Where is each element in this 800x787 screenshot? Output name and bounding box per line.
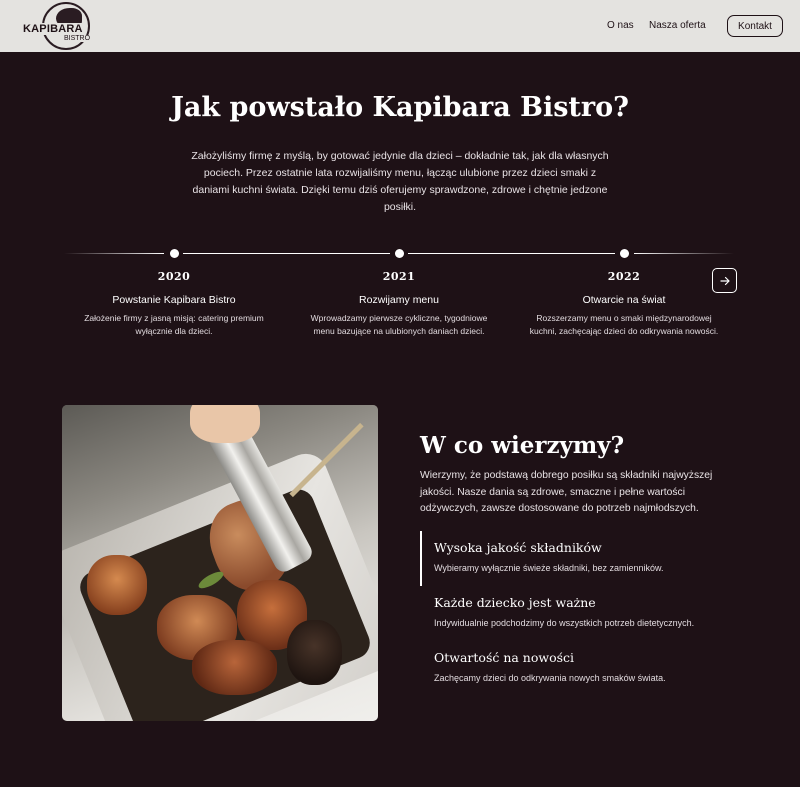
timeline-year: 2021: [382, 270, 416, 283]
belief-title: Każde dziecko jest ważne: [434, 595, 596, 610]
belief-title: Otwartość na nowości: [434, 650, 575, 665]
food-image: [62, 405, 378, 721]
beliefs-title: W co wierzymy?: [420, 432, 625, 459]
timeline-dot: [395, 249, 404, 258]
beliefs-text: Wierzymy, że podstawą dobrego posiłku są…: [420, 470, 713, 514]
belief-title: Wysoka jakość składników: [434, 540, 602, 555]
timeline-line: [408, 253, 615, 254]
timeline-title: Rozwijamy menu: [359, 294, 439, 306]
logo-text: KAPIBARA: [22, 23, 84, 35]
belief-item[interactable]: Otwartość na nowości Zachęcamy dzieci do…: [434, 650, 666, 683]
timeline-item: 2020 Powstanie Kapibara Bistro Założenie…: [74, 270, 274, 338]
logo-subtext: BISTRO: [64, 35, 91, 42]
timeline-title: Otwarcie na świat: [582, 294, 666, 306]
timeline-line: [634, 253, 734, 254]
hero-text: Założyliśmy firmę z myślą, by gotować je…: [191, 150, 609, 213]
belief-description: Zachęcamy dzieci do odkrywania nowych sm…: [434, 673, 666, 683]
timeline-description: Założenie firmy z jasną misją: catering …: [84, 313, 264, 336]
timeline-dot: [170, 249, 179, 258]
site-header: KAPIBARA BISTRO O nas Nasza oferta Konta…: [0, 0, 800, 52]
timeline-line: [183, 253, 390, 254]
active-item-indicator: [420, 531, 422, 586]
timeline-item: 2022 Otwarcie na świat Rozszerzamy menu …: [524, 270, 724, 338]
timeline-next-button[interactable]: [712, 268, 737, 293]
timeline-line: [64, 253, 164, 254]
belief-item[interactable]: Każde dziecko jest ważne Indywidualnie p…: [434, 595, 694, 628]
timeline-description: Rozszerzamy menu o smaki międzynarodowej…: [529, 313, 719, 336]
timeline-description: Wprowadzamy pierwsze cykliczne, tygodnio…: [310, 313, 488, 336]
nav-link-o-nas[interactable]: O nas: [607, 20, 634, 31]
timeline-year: 2020: [157, 270, 191, 283]
timeline-year: 2022: [607, 270, 641, 283]
timeline-item: 2021 Rozwijamy menu Wprowadzamy pierwsze…: [299, 270, 499, 338]
timeline-title: Powstanie Kapibara Bistro: [112, 294, 236, 306]
belief-description: Wybieramy wyłącznie świeże składniki, be…: [434, 563, 664, 573]
belief-description: Indywidualnie podchodzimy do wszystkich …: [434, 618, 695, 628]
belief-item[interactable]: Wysoka jakość składników Wybieramy wyłąc…: [434, 540, 664, 573]
logo[interactable]: KAPIBARA BISTRO: [22, 2, 94, 50]
page-title: Jak powstało Kapibara Bistro?: [171, 92, 629, 123]
nav-link-nasza-oferta[interactable]: Nasza oferta: [649, 20, 706, 31]
contact-button[interactable]: Kontakt: [727, 15, 783, 37]
timeline-dot: [620, 249, 629, 258]
arrow-right-icon: [719, 276, 730, 285]
